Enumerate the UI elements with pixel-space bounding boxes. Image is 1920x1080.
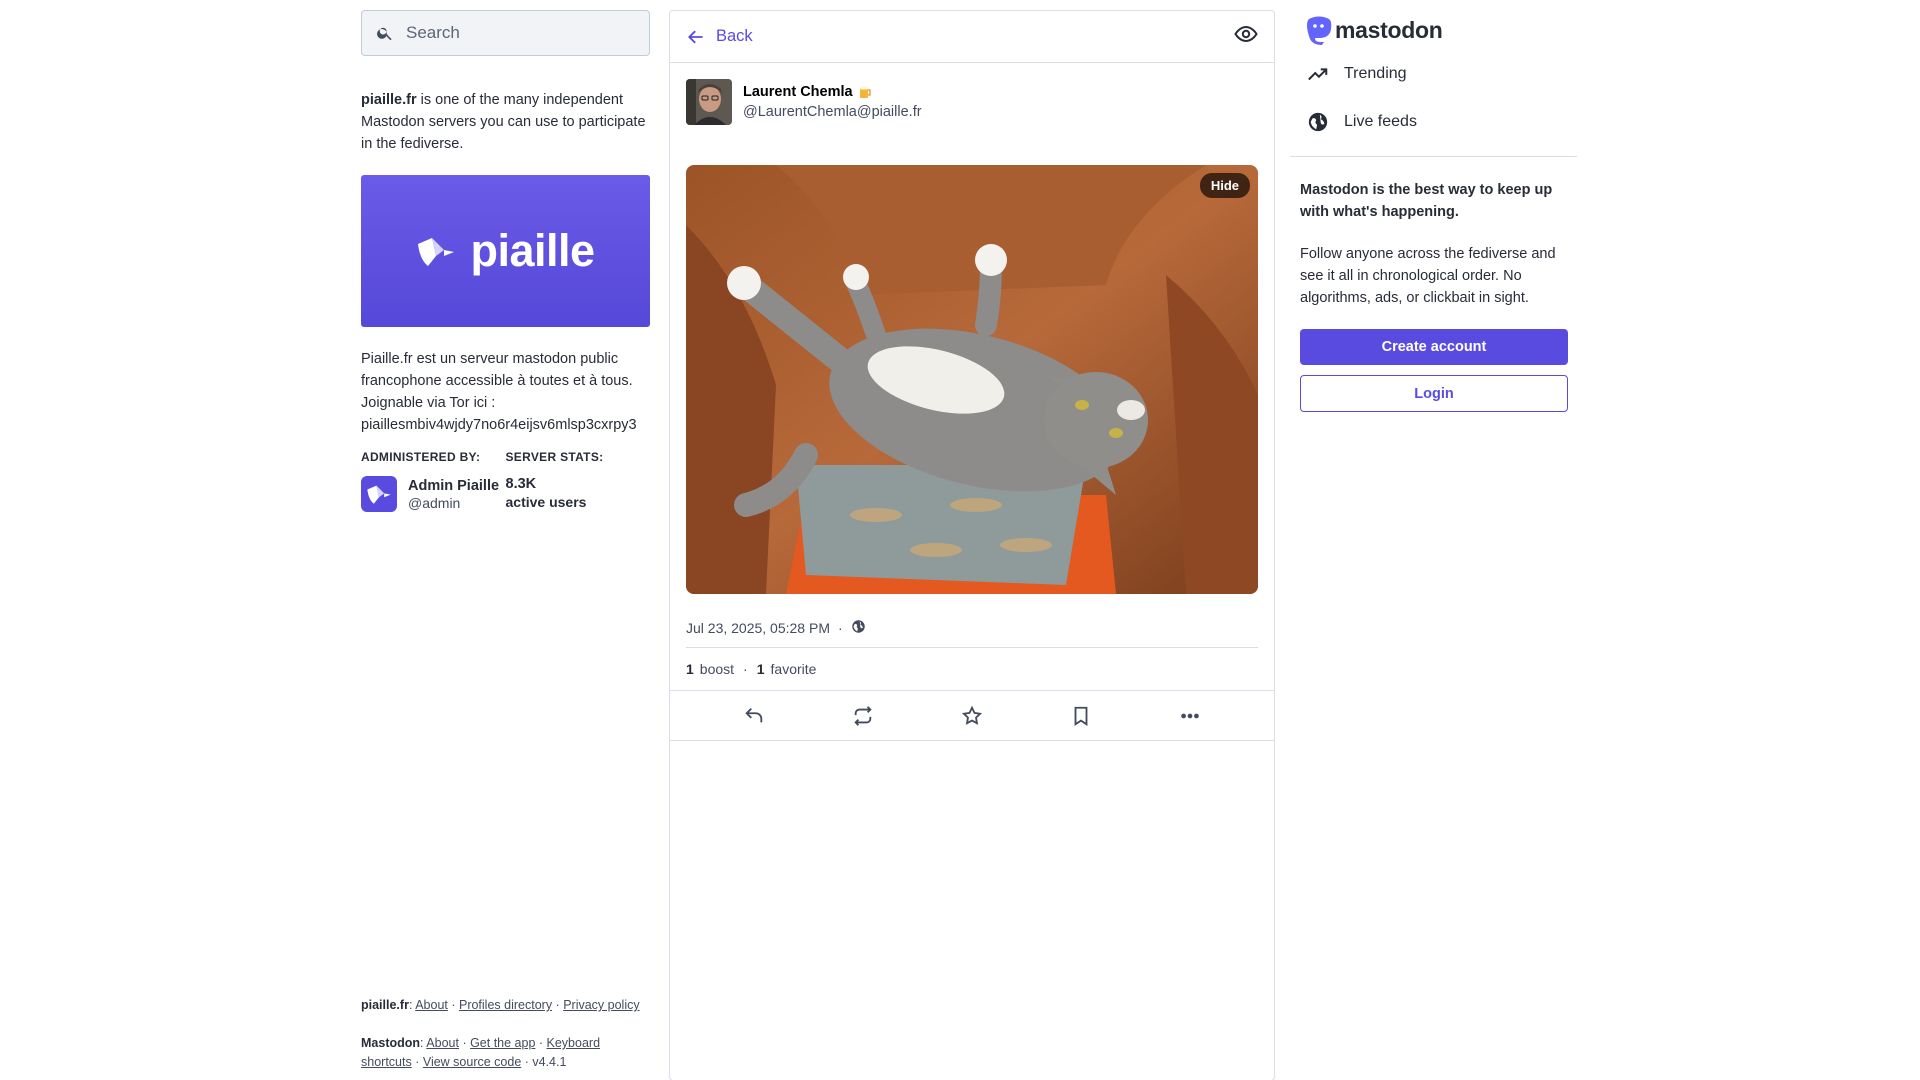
description-line: piaillesmbiv4wjdy7no6r4eijsv6mlsp3cxrpy3: [361, 417, 637, 433]
boost-button[interactable]: [845, 698, 881, 734]
active-users-label: active users: [505, 494, 587, 510]
piaille-logo-icon: [418, 238, 455, 266]
more-icon: [1180, 713, 1199, 718]
active-users-count: 8.3K: [505, 476, 537, 492]
hide-media-button[interactable]: Hide: [1199, 173, 1250, 198]
status-counts: 1 boost · 1 favorite: [686, 661, 817, 677]
nav-item-label: Trending: [1344, 65, 1407, 82]
version-label: v4.4.1: [532, 1055, 567, 1069]
eye-icon: [1234, 25, 1258, 43]
pitch-body: Follow anyone across the fediverse and s…: [1300, 246, 1556, 306]
boosts-count-link[interactable]: 1 boost: [686, 661, 734, 677]
create-account-button[interactable]: Create account: [1300, 329, 1568, 365]
nav-item-trending[interactable]: Trending: [1290, 50, 1577, 98]
search-input[interactable]: [406, 23, 626, 43]
admin-avatar[interactable]: [361, 476, 397, 512]
server-domain: piaille.fr: [361, 92, 417, 108]
footer-link-get-app[interactable]: Get the app: [470, 1036, 535, 1050]
star-icon: [961, 705, 983, 725]
search-icon: [377, 27, 392, 41]
search-box[interactable]: [361, 10, 650, 56]
description-line: Joignable via Tor ici :: [361, 395, 496, 411]
server-stats: SERVER STATS: 8.3K active users: [506, 450, 651, 512]
boost-icon: [854, 705, 872, 726]
admin-account[interactable]: Admin Piaille @admin: [361, 476, 506, 512]
sign-up-panel: Mastodon is the best way to keep up with…: [1290, 179, 1577, 412]
arrow-left-icon: [688, 30, 703, 43]
footer-link-view-source[interactable]: View source code: [423, 1055, 521, 1069]
footer-mastodon-label: Mastodon: [361, 1036, 421, 1050]
status-meta: Jul 23, 2025, 05:28 PM ·: [686, 619, 1258, 648]
beer-mug-icon: [859, 86, 871, 98]
mastodon-logo-icon: [1307, 16, 1332, 45]
server-details: ADMINISTERED BY: Admin Piaille @admin SE…: [361, 450, 650, 512]
footer-links: piaille.fr: About · Profiles directory ·…: [361, 998, 640, 1069]
login-button[interactable]: Login: [1300, 375, 1568, 412]
admin-handle: @admin: [408, 494, 461, 511]
toggle-visibility-button[interactable]: [1234, 22, 1258, 51]
favorites-count-link[interactable]: 1 favorite: [757, 661, 817, 677]
author-account: @LaurentChemla@piaille.fr: [743, 104, 922, 120]
cat-photo[interactable]: [686, 165, 1258, 594]
footer-link-about[interactable]: About: [415, 998, 448, 1012]
author-display-name[interactable]: Laurent Chemla: [743, 84, 853, 100]
server-intro: piaille.fr is one of the many independen…: [361, 89, 650, 155]
author-avatar[interactable]: [686, 79, 732, 125]
mastodon-logo[interactable]: mastodon: [1290, 10, 1577, 50]
favorite-button[interactable]: [954, 698, 990, 734]
server-stats-label: SERVER STATS:: [505, 450, 604, 464]
description-line: Piaille.fr est un serveur mastodon publi…: [361, 351, 619, 367]
boosts-count: 1: [686, 661, 694, 677]
visibility-public: [851, 619, 866, 637]
more-options-button[interactable]: [1172, 698, 1208, 734]
back-label: Back: [716, 27, 753, 45]
footer-link-profiles-directory[interactable]: Profiles directory: [459, 998, 552, 1012]
trending-icon: [1308, 68, 1328, 81]
footer-site-label: piaille.fr: [361, 998, 409, 1012]
nav-divider: [1290, 156, 1577, 157]
banner-wordmark: piaille: [470, 225, 595, 276]
nav-item-label: Live feeds: [1344, 113, 1417, 130]
status-action-bar: [670, 690, 1274, 741]
admin-name[interactable]: Admin Piaille: [408, 478, 499, 494]
globe-icon: [1308, 112, 1328, 132]
media-attachment[interactable]: Hide: [686, 165, 1258, 594]
pitch-title: Mastodon is the best way to keep up with…: [1300, 182, 1553, 220]
reply-button[interactable]: [736, 698, 772, 734]
mastodon-wordmark: mastodon: [1335, 16, 1443, 43]
status-column: Back Laurent Chemla @LaurentChemla@piail…: [669, 10, 1275, 1080]
nav-item-live-feeds[interactable]: Live feeds: [1290, 98, 1577, 146]
bookmark-icon: [1074, 706, 1088, 726]
favorites-label: favorite: [770, 661, 817, 677]
server-description: Piaille.fr est un serveur mastodon publi…: [361, 348, 650, 436]
status-detail: Laurent Chemla @LaurentChemla@piaille.fr: [670, 63, 1274, 741]
administered-by-label: ADMINISTERED BY:: [361, 450, 481, 464]
status-author[interactable]: Laurent Chemla @LaurentChemla@piaille.fr: [686, 79, 1258, 125]
reply-icon: [745, 707, 763, 722]
piaille-logo-icon: [367, 485, 391, 504]
server-sidebar: piaille.fr is one of the many independen…: [361, 10, 650, 1070]
description-line: francophone accessible à toutes et à tou…: [361, 373, 633, 389]
footer-link-privacy-policy[interactable]: Privacy policy: [563, 998, 639, 1012]
favorites-count: 1: [756, 661, 765, 677]
column-header: Back: [670, 11, 1274, 63]
navigation-panel: mastodon Trending Live feeds Mastodon is…: [1290, 10, 1577, 412]
boosts-label: boost: [699, 661, 735, 677]
server-banner: piaille: [361, 175, 650, 327]
status-timestamp[interactable]: Jul 23, 2025, 05:28 PM: [686, 620, 830, 636]
back-button[interactable]: Back: [686, 27, 753, 47]
administered-by: ADMINISTERED BY: Admin Piaille @admin: [361, 450, 506, 512]
footer-link-mastodon-about[interactable]: About: [426, 1036, 459, 1050]
globe-icon: [851, 620, 865, 633]
bookmark-button[interactable]: [1063, 698, 1099, 734]
